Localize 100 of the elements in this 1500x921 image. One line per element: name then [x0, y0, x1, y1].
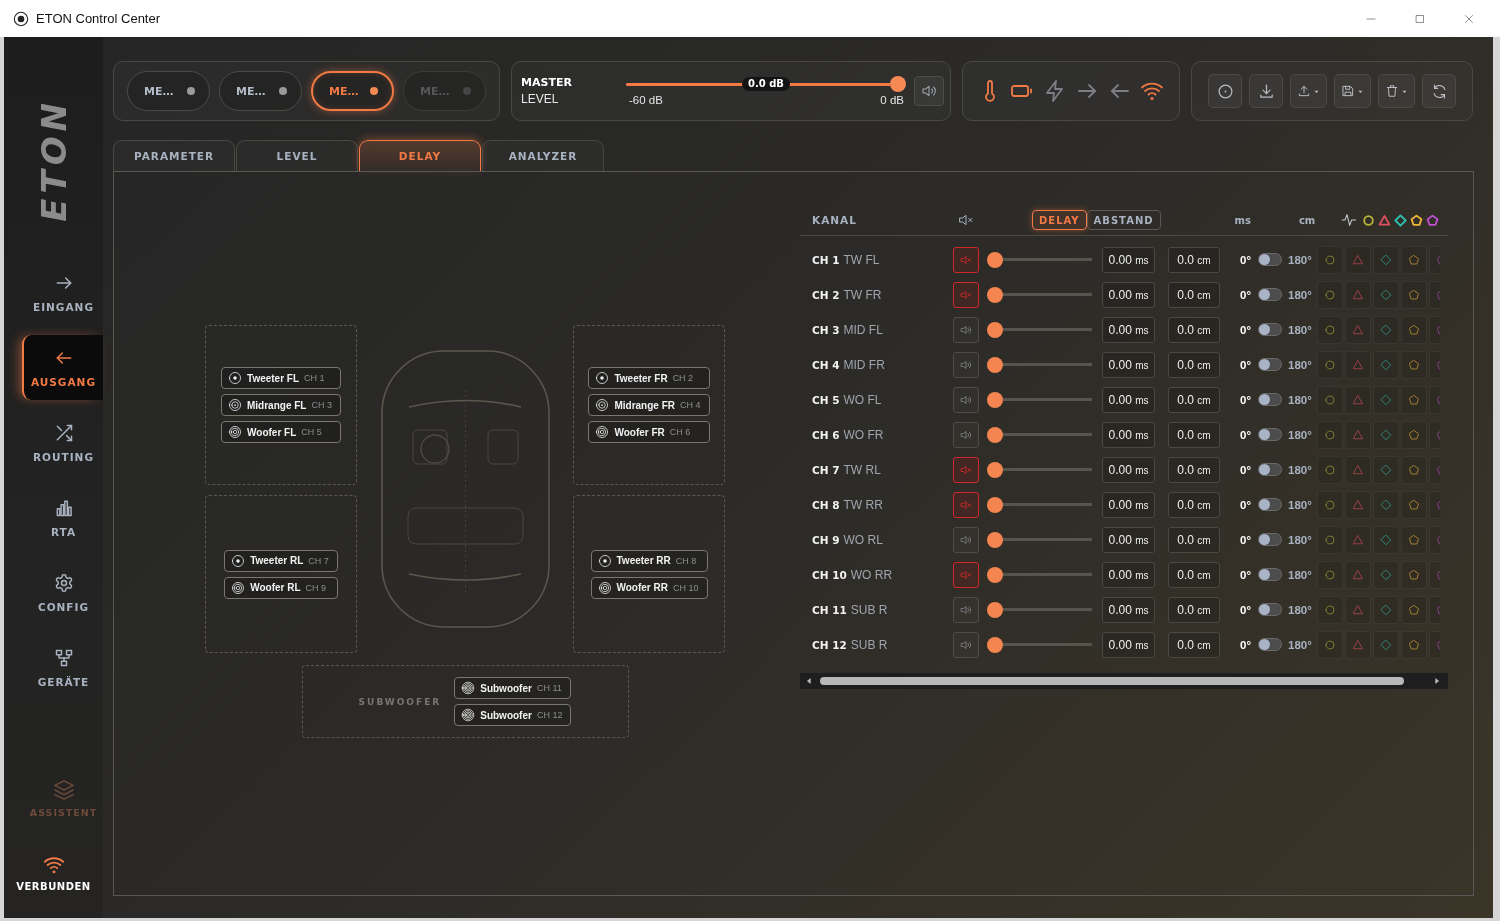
speaker-button[interactable]: Tweeter RR CH 8	[590, 549, 708, 572]
slider-thumb[interactable]	[987, 601, 1003, 618]
delete-button[interactable]	[1378, 74, 1415, 108]
distance-field[interactable]: 0.0 cm	[1168, 281, 1220, 308]
group-button[interactable]	[1372, 595, 1399, 624]
group-button[interactable]	[1372, 455, 1399, 484]
slider-thumb[interactable]	[987, 636, 1003, 653]
mute-button[interactable]	[953, 456, 979, 483]
delay-field[interactable]: 0.00 ms	[1102, 246, 1155, 273]
distance-field[interactable]: 0.0 cm	[1168, 631, 1220, 658]
group-button[interactable]	[1316, 350, 1343, 379]
distance-field[interactable]: 0.0 cm	[1168, 386, 1220, 413]
group-button[interactable]	[1428, 455, 1440, 484]
distance-field[interactable]: 0.0 cm	[1168, 246, 1220, 273]
mute-button[interactable]	[953, 631, 979, 658]
distance-field[interactable]: 0.0 cm	[1168, 596, 1220, 623]
phase-toggle[interactable]	[1258, 638, 1282, 651]
refresh-button[interactable]	[1422, 74, 1456, 108]
speaker-button[interactable]: Woofer RL CH 9	[224, 576, 338, 599]
group-button[interactable]	[1372, 385, 1399, 414]
group-button[interactable]	[1400, 245, 1427, 274]
group-button[interactable]	[1400, 280, 1427, 309]
upload-button[interactable]	[1290, 74, 1327, 108]
mode-toggle[interactable]: DELAY	[1032, 210, 1087, 230]
group-button[interactable]	[1316, 490, 1343, 519]
distance-field[interactable]: 0.0 cm	[1168, 561, 1220, 588]
speaker-button[interactable]: Subwoofer CH 12	[454, 704, 572, 726]
mute-button[interactable]	[953, 351, 979, 378]
slider-thumb[interactable]	[987, 356, 1003, 373]
delay-field[interactable]: 0.00 ms	[1102, 596, 1155, 623]
delay-field[interactable]: 0.00 ms	[1102, 561, 1155, 588]
phase-toggle[interactable]	[1258, 568, 1282, 581]
group-button[interactable]	[1428, 350, 1440, 379]
nav-item[interactable]: AUSGANG	[22, 335, 103, 400]
distance-field[interactable]: 0.0 cm	[1168, 316, 1220, 343]
group-button[interactable]	[1428, 560, 1440, 589]
speaker-button[interactable]: Midrange FR CH 4	[588, 394, 710, 416]
horizontal-scrollbar[interactable]	[800, 673, 1448, 689]
mute-button[interactable]	[953, 526, 979, 553]
download-button[interactable]	[1249, 74, 1283, 108]
group-button[interactable]	[1400, 455, 1427, 484]
group-button[interactable]	[1372, 490, 1399, 519]
slider-thumb[interactable]	[987, 496, 1003, 513]
group-button[interactable]	[1372, 350, 1399, 379]
group-button[interactable]	[1316, 560, 1343, 589]
group-button[interactable]	[1316, 595, 1343, 624]
group-button[interactable]	[1400, 490, 1427, 519]
group-button[interactable]	[1344, 525, 1371, 554]
group-button[interactable]	[1428, 630, 1440, 659]
group-button[interactable]	[1344, 630, 1371, 659]
group-button[interactable]	[1400, 350, 1427, 379]
info-button[interactable]	[1208, 74, 1242, 108]
slider-thumb[interactable]	[987, 251, 1003, 268]
group-button[interactable]	[1316, 280, 1343, 309]
group-button[interactable]	[1372, 245, 1399, 274]
mute-button[interactable]	[914, 76, 944, 106]
scroll-thumb[interactable]	[820, 677, 1404, 685]
speaker-button[interactable]: Midrange FL CH 3	[221, 394, 341, 416]
slider-thumb[interactable]	[987, 461, 1003, 478]
group-button[interactable]	[1428, 385, 1440, 414]
tab[interactable]: ANALYZER	[482, 140, 604, 171]
slider-thumb[interactable]	[987, 426, 1003, 443]
group-button[interactable]	[1344, 490, 1371, 519]
group-button[interactable]	[1372, 315, 1399, 344]
phase-toggle[interactable]	[1258, 498, 1282, 511]
slider-thumb[interactable]	[890, 76, 906, 92]
tab[interactable]: DELAY	[359, 140, 481, 171]
group-button[interactable]	[1400, 315, 1427, 344]
memory-button[interactable]: ME…	[127, 71, 210, 111]
phase-toggle[interactable]	[1258, 428, 1282, 441]
delay-field[interactable]: 0.00 ms	[1102, 386, 1155, 413]
group-button[interactable]	[1428, 245, 1440, 274]
group-button[interactable]	[1428, 280, 1440, 309]
mute-button[interactable]	[953, 316, 979, 343]
group-button[interactable]	[1344, 315, 1371, 344]
speaker-button[interactable]: Subwoofer CH 11	[454, 677, 572, 699]
nav-item[interactable]: CONFIG	[22, 560, 103, 625]
mute-button[interactable]	[953, 281, 979, 308]
group-button[interactable]	[1372, 630, 1399, 659]
group-button[interactable]	[1316, 385, 1343, 414]
delay-field[interactable]: 0.00 ms	[1102, 491, 1155, 518]
speaker-button[interactable]: Tweeter FL CH 1	[221, 367, 341, 389]
delay-field[interactable]: 0.00 ms	[1102, 351, 1155, 378]
speaker-button[interactable]: Woofer FL CH 5	[221, 421, 341, 443]
slider-thumb[interactable]	[987, 531, 1003, 548]
memory-button[interactable]: ME…	[311, 71, 394, 111]
distance-field[interactable]: 0.0 cm	[1168, 491, 1220, 518]
group-button[interactable]	[1428, 315, 1440, 344]
phase-toggle[interactable]	[1258, 533, 1282, 546]
slider-thumb[interactable]	[987, 286, 1003, 303]
phase-toggle[interactable]	[1258, 603, 1282, 616]
group-button[interactable]	[1428, 525, 1440, 554]
nav-item[interactable]: EINGANG	[22, 260, 103, 325]
group-button[interactable]	[1344, 560, 1371, 589]
phase-toggle[interactable]	[1258, 288, 1282, 301]
group-button[interactable]	[1316, 245, 1343, 274]
speaker-button[interactable]: Tweeter FR CH 2	[588, 367, 710, 389]
mode-toggle[interactable]: ABSTAND	[1086, 210, 1161, 230]
group-button[interactable]	[1344, 385, 1371, 414]
delay-field[interactable]: 0.00 ms	[1102, 456, 1155, 483]
